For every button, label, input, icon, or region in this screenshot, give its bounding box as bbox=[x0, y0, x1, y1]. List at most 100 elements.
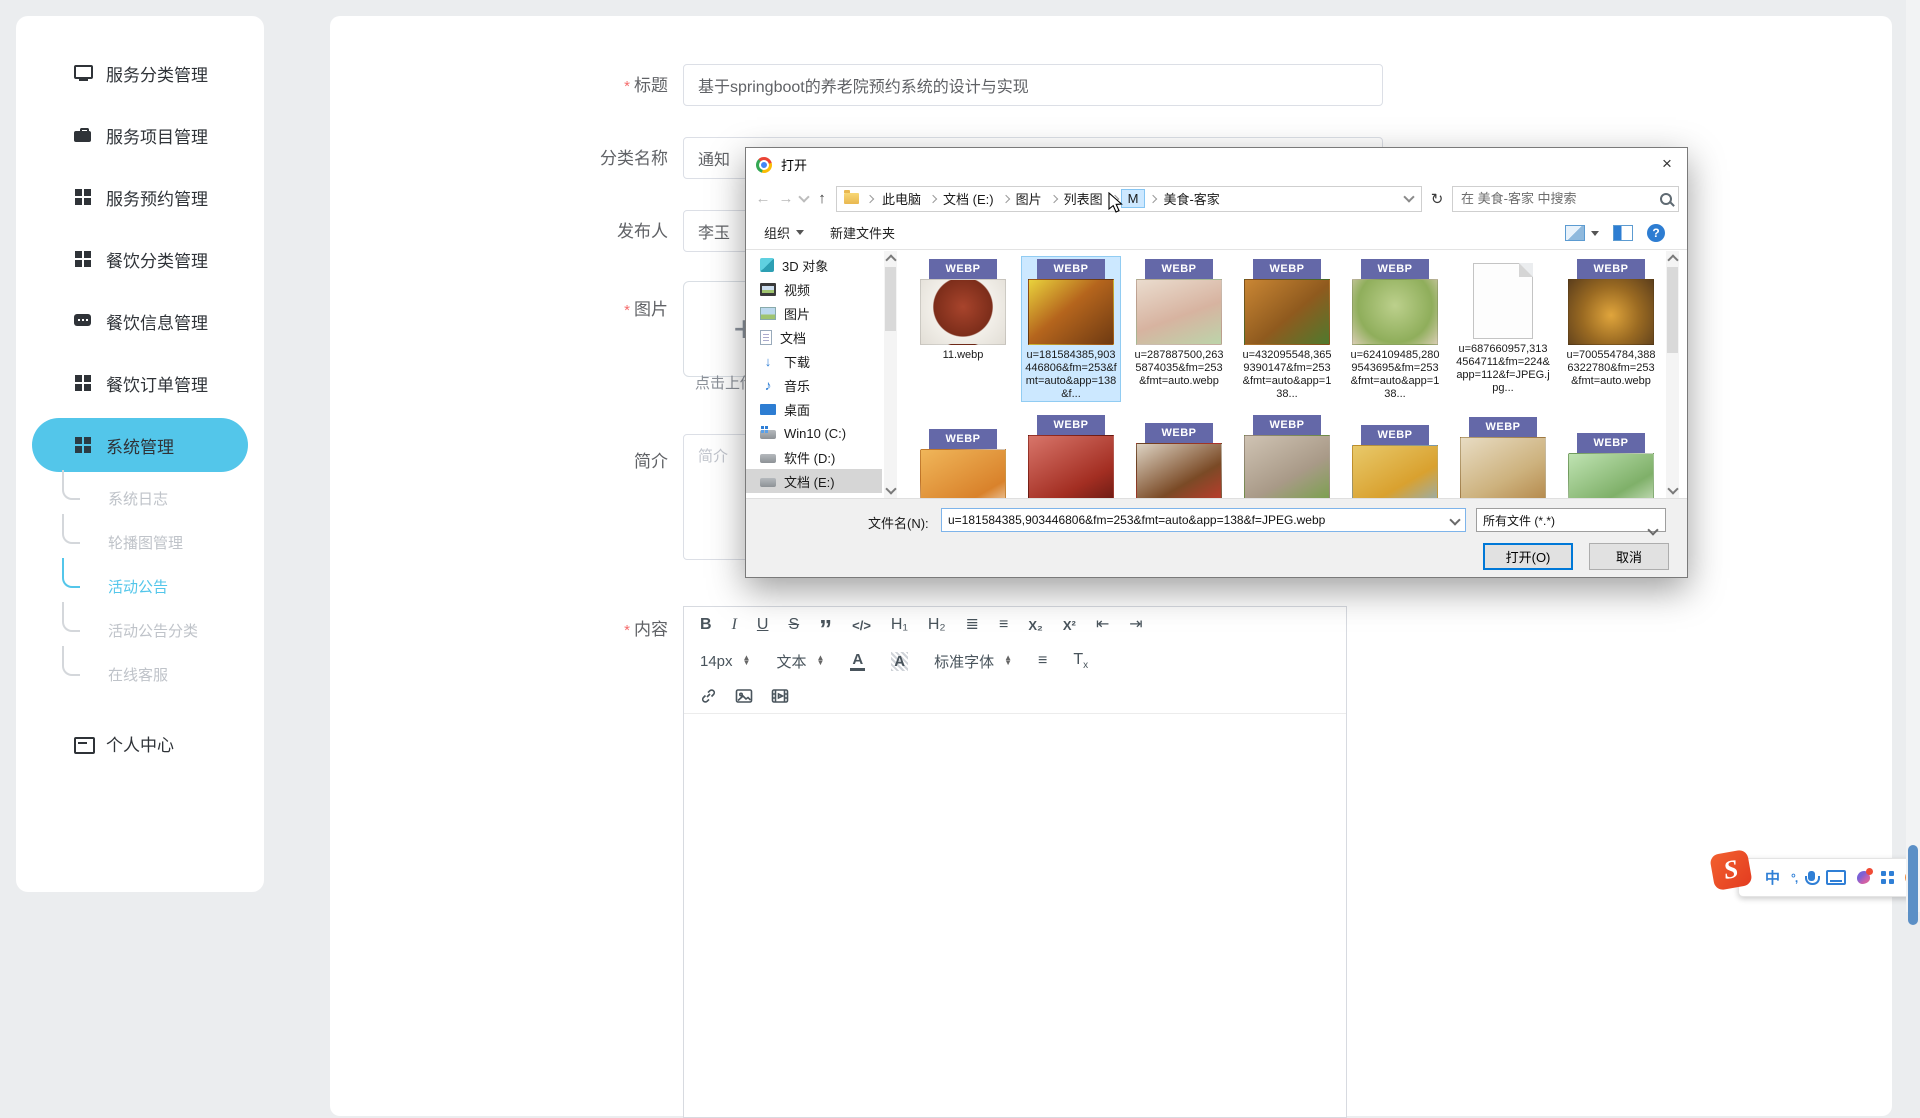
insert-video-icon[interactable] bbox=[771, 688, 789, 704]
view-mode-button[interactable] bbox=[1565, 225, 1599, 241]
file-tile[interactable]: WEBP u=624109485,2809543695&fm=253&fmt=a… bbox=[1346, 257, 1444, 401]
heading2-button[interactable]: H₂ bbox=[928, 617, 946, 633]
align-button[interactable]: ≡ bbox=[1038, 653, 1047, 669]
address-dropdown-icon[interactable] bbox=[1403, 191, 1414, 202]
file-tile[interactable]: WEBP bbox=[1238, 413, 1336, 498]
text-color-button[interactable]: A bbox=[850, 651, 865, 671]
桌面[interactable]: 桌面 bbox=[746, 397, 882, 421]
forward-icon[interactable]: → bbox=[777, 190, 795, 207]
文档 (E:)[interactable]: 文档 (E:) bbox=[746, 469, 882, 493]
up-icon[interactable]: ↑ bbox=[813, 190, 831, 207]
filename-input[interactable] bbox=[941, 508, 1466, 532]
underline-button[interactable]: U bbox=[757, 617, 769, 633]
font-size-select[interactable]: 14px ▲▼ bbox=[700, 653, 750, 670]
cancel-button[interactable]: 取消 bbox=[1589, 543, 1669, 570]
餐饮订单管理[interactable]: 餐饮订单管理 bbox=[16, 352, 264, 414]
ordered-list-button[interactable]: ≣ bbox=[966, 617, 979, 633]
file-tile[interactable]: WEBP bbox=[1130, 421, 1228, 498]
餐饮分类管理[interactable]: 餐饮分类管理 bbox=[16, 228, 264, 290]
3D 对象[interactable]: 3D 对象 bbox=[746, 253, 882, 277]
breadcrumb[interactable]: 此电脑 文档 (E:) 图片 列表图 bbox=[836, 186, 1422, 212]
skin-icon[interactable] bbox=[1857, 871, 1870, 884]
服务预约管理[interactable]: 服务预约管理 bbox=[16, 166, 264, 228]
file-tile[interactable]: u=687660957,3134564711&fm=224&app=112&f=… bbox=[1454, 257, 1552, 401]
活动公告分类[interactable]: 活动公告分类 bbox=[16, 608, 264, 652]
图片[interactable]: 图片 bbox=[1012, 187, 1060, 210]
file-tile[interactable]: WEBP bbox=[1346, 423, 1444, 498]
filetype-select[interactable]: 所有文件 (*.*) bbox=[1476, 508, 1666, 532]
grid-scrollbar[interactable] bbox=[1666, 251, 1679, 498]
new-folder-button[interactable]: 新建文件夹 bbox=[830, 223, 895, 242]
file-tile[interactable]: WEBP bbox=[1022, 413, 1120, 498]
系统管理[interactable]: 系统管理 bbox=[32, 418, 248, 472]
paragraph-format-select[interactable]: 文本 ▲▼ bbox=[776, 651, 824, 672]
Win10 (C:)[interactable]: Win10 (C:) bbox=[746, 421, 882, 445]
在线客服[interactable]: 在线客服 bbox=[16, 652, 264, 696]
outdent-button[interactable]: ⇤ bbox=[1096, 617, 1109, 633]
file-tile[interactable]: WEBP u=287887500,2635874035&fm=253&fmt=a… bbox=[1130, 257, 1228, 401]
back-icon[interactable]: ← bbox=[754, 190, 772, 207]
search-input[interactable] bbox=[1459, 190, 1654, 207]
title-input[interactable] bbox=[683, 64, 1383, 106]
音乐[interactable]: 音乐 bbox=[746, 373, 882, 397]
scrollbar-thumb[interactable] bbox=[1667, 267, 1678, 353]
strikethrough-button[interactable]: S bbox=[788, 617, 799, 633]
图片[interactable]: 图片 bbox=[746, 301, 882, 325]
file-tile[interactable]: WEBP u=700554784,3886322780&fm=253&fmt=a… bbox=[1562, 257, 1660, 401]
highlight-color-button[interactable]: A bbox=[891, 652, 908, 671]
scroll-up-icon[interactable] bbox=[1667, 254, 1678, 265]
page-scrollbar[interactable] bbox=[1906, 0, 1920, 912]
活动公告[interactable]: 活动公告 bbox=[16, 564, 264, 608]
refresh-icon[interactable]: ↻ bbox=[1427, 190, 1447, 208]
bold-button[interactable]: B bbox=[700, 617, 712, 633]
此电脑[interactable]: 此电脑 bbox=[878, 187, 939, 210]
scroll-up-icon[interactable] bbox=[885, 254, 896, 265]
scroll-down-icon[interactable] bbox=[885, 483, 896, 494]
indent-button[interactable]: ⇥ bbox=[1129, 617, 1142, 633]
轮播图管理[interactable]: 轮播图管理 bbox=[16, 520, 264, 564]
open-button[interactable]: 打开(O) bbox=[1483, 543, 1573, 570]
unordered-list-button[interactable]: ≡ bbox=[999, 617, 1008, 633]
美食-客家[interactable]: 美食-客家 bbox=[1159, 187, 1223, 210]
font-family-select[interactable]: 标准字体 ▲▼ bbox=[934, 651, 1012, 672]
sogou-logo-icon[interactable]: S bbox=[1709, 849, 1753, 891]
insert-image-icon[interactable] bbox=[735, 688, 753, 704]
organize-button[interactable]: 组织 bbox=[764, 223, 804, 242]
文档[interactable]: 文档 bbox=[746, 325, 882, 349]
blockquote-button[interactable]: ” bbox=[819, 616, 832, 642]
code-button[interactable]: </> bbox=[852, 619, 871, 632]
file-tile[interactable]: WEBP u=432095548,3659390147&fm=253&fmt=a… bbox=[1238, 257, 1336, 401]
服务项目管理[interactable]: 服务项目管理 bbox=[16, 104, 264, 166]
下载[interactable]: 下载 bbox=[746, 349, 882, 373]
file-tile[interactable]: WEBP bbox=[1562, 431, 1660, 498]
help-icon[interactable]: ? bbox=[1647, 224, 1665, 242]
scroll-down-icon[interactable] bbox=[1667, 483, 1678, 494]
microphone-icon[interactable] bbox=[1808, 871, 1815, 881]
keyboard-icon[interactable] bbox=[1826, 870, 1846, 885]
餐饮信息管理[interactable]: 餐饮信息管理 bbox=[16, 290, 264, 352]
服务分类管理[interactable]: 服务分类管理 bbox=[16, 42, 264, 104]
系统日志[interactable]: 系统日志 bbox=[16, 476, 264, 520]
scrollbar-thumb[interactable] bbox=[885, 267, 896, 331]
toolbox-icon[interactable] bbox=[1881, 871, 1894, 884]
heading1-button[interactable]: H₁ bbox=[891, 617, 908, 633]
punctuation-icon[interactable]: °, bbox=[1791, 871, 1797, 885]
file-tile[interactable]: WEBP bbox=[914, 427, 1012, 498]
file-tile[interactable]: WEBP 11.webp bbox=[914, 257, 1012, 401]
tree-scrollbar[interactable] bbox=[884, 251, 897, 498]
link-icon[interactable] bbox=[700, 688, 717, 704]
file-tile[interactable]: WEBP bbox=[1454, 415, 1552, 498]
dialog-titlebar[interactable]: 打开 bbox=[746, 148, 1687, 181]
superscript-button[interactable]: X² bbox=[1063, 619, 1076, 632]
close-icon[interactable]: × bbox=[1651, 150, 1683, 178]
文档 (E:)[interactable]: 文档 (E:) bbox=[939, 187, 1012, 210]
search-icon[interactable] bbox=[1660, 193, 1672, 205]
recent-locations-icon[interactable] bbox=[798, 191, 809, 202]
subscript-button[interactable]: X₂ bbox=[1028, 619, 1042, 632]
file-tile[interactable]: WEBP u=181584385,903446806&fm=253&fmt=au… bbox=[1022, 257, 1120, 401]
chinese-mode-icon[interactable]: 中 bbox=[1765, 867, 1780, 888]
视频[interactable]: 视频 bbox=[746, 277, 882, 301]
clear-format-button[interactable]: Tx bbox=[1073, 651, 1088, 671]
italic-button[interactable]: I bbox=[732, 617, 737, 633]
软件 (D:)[interactable]: 软件 (D:) bbox=[746, 445, 882, 469]
